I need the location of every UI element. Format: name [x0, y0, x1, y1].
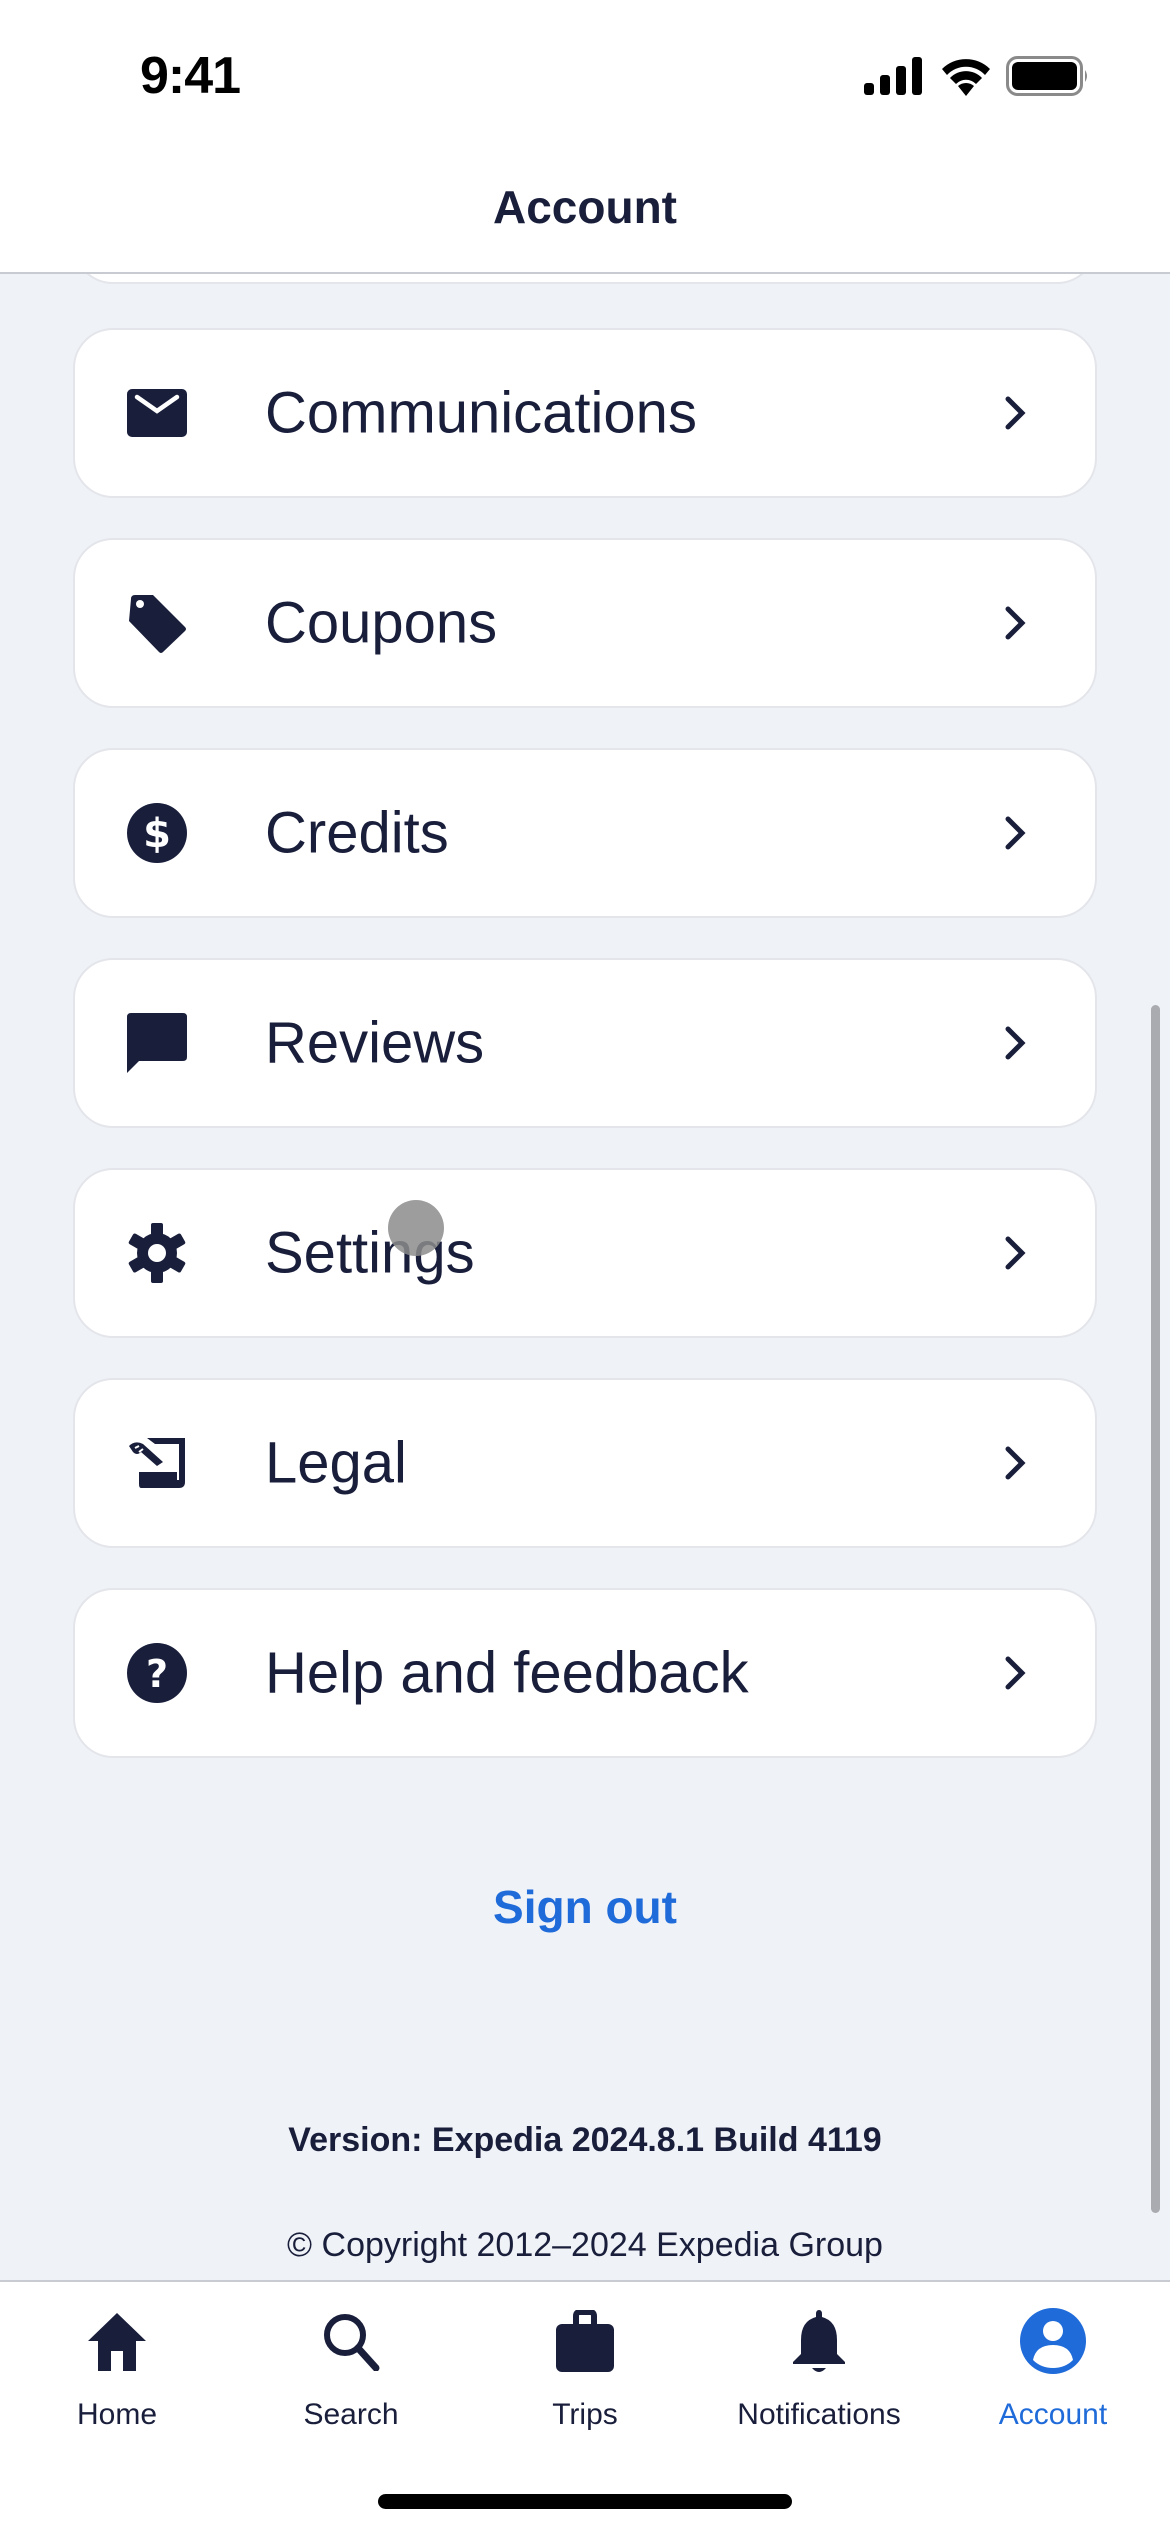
tab-label: Trips — [552, 2398, 618, 2431]
menu-item-reviews[interactable]: Reviews — [73, 958, 1097, 1128]
status-icons — [864, 56, 1090, 96]
question-circle-icon: ? — [125, 1641, 189, 1705]
legal-document-icon — [125, 1431, 189, 1495]
bell-icon — [784, 2306, 854, 2376]
touch-indicator — [388, 1200, 444, 1256]
dollar-circle-icon: $ — [125, 801, 189, 865]
tab-bar: Home Search Trips Notifications Account — [0, 2280, 1170, 2532]
menu-item-help-and-feedback[interactable]: ? Help and feedback — [73, 1588, 1097, 1758]
menu-item-communications[interactable]: Communications — [73, 328, 1097, 498]
app-version-text: Version: Expedia 2024.8.1 Build 4119 — [288, 2121, 882, 2159]
tab-label: Home — [76, 2398, 158, 2431]
home-icon — [82, 2306, 152, 2376]
nav-header: Account — [0, 150, 1170, 274]
svg-text:$: $ — [143, 811, 171, 857]
copyright-text: © Copyright 2012–2024 Expedia Group — [287, 2226, 883, 2264]
page-title: Account — [493, 181, 677, 233]
account-scroll-view[interactable]: Communications Coupons $ Credits Reviews — [0, 274, 1170, 2280]
menu-item-label: Credits — [265, 800, 449, 866]
wifi-icon — [942, 59, 990, 96]
envelope-icon — [125, 381, 189, 445]
chat-bubble-icon — [125, 1011, 189, 1075]
menu-item-coupons[interactable]: Coupons — [73, 538, 1097, 708]
menu-item-label: Reviews — [265, 1010, 485, 1076]
chevron-right-icon — [1005, 1026, 1026, 1060]
briefcase-icon — [550, 2306, 620, 2376]
tag-icon — [125, 591, 189, 655]
status-bar: 9:41 — [0, 0, 1170, 150]
menu-item-settings[interactable]: Settings — [73, 1168, 1097, 1338]
tab-home[interactable]: Home — [0, 2302, 234, 2452]
menu-item-label: Coupons — [265, 590, 498, 656]
account-icon — [1018, 2306, 1088, 2376]
tab-label: Notifications — [737, 2398, 901, 2431]
chevron-right-icon — [1005, 606, 1026, 640]
cellular-signal-icon — [864, 57, 922, 95]
tab-account[interactable]: Account — [936, 2302, 1170, 2452]
menu-item-label: Help and feedback — [265, 1640, 749, 1706]
sign-out-button[interactable]: Sign out — [0, 1880, 1170, 1934]
menu-item-label: Communications — [265, 380, 697, 446]
chevron-right-icon — [1005, 396, 1026, 430]
chevron-right-icon — [1005, 1236, 1026, 1270]
vertical-scrollbar[interactable] — [1151, 1005, 1160, 2213]
tab-search[interactable]: Search — [234, 2302, 468, 2452]
search-icon — [316, 2306, 386, 2376]
tab-label: Search — [303, 2398, 399, 2431]
chevron-right-icon — [1005, 1656, 1026, 1690]
menu-item-partial[interactable] — [73, 274, 1097, 284]
menu-item-credits[interactable]: $ Credits — [73, 748, 1097, 918]
status-time: 9:41 — [140, 47, 241, 105]
tab-trips[interactable]: Trips — [468, 2302, 702, 2452]
menu-item-legal[interactable]: Legal — [73, 1378, 1097, 1548]
home-indicator[interactable] — [378, 2494, 792, 2509]
menu-item-label: Legal — [265, 1430, 407, 1496]
chevron-right-icon — [1005, 816, 1026, 850]
battery-icon — [1006, 56, 1087, 96]
gear-icon — [125, 1221, 189, 1285]
tab-label: Account — [998, 2398, 1108, 2431]
tab-notifications[interactable]: Notifications — [702, 2302, 936, 2452]
chevron-right-icon — [1005, 1446, 1026, 1480]
svg-text:?: ? — [146, 1652, 168, 1696]
